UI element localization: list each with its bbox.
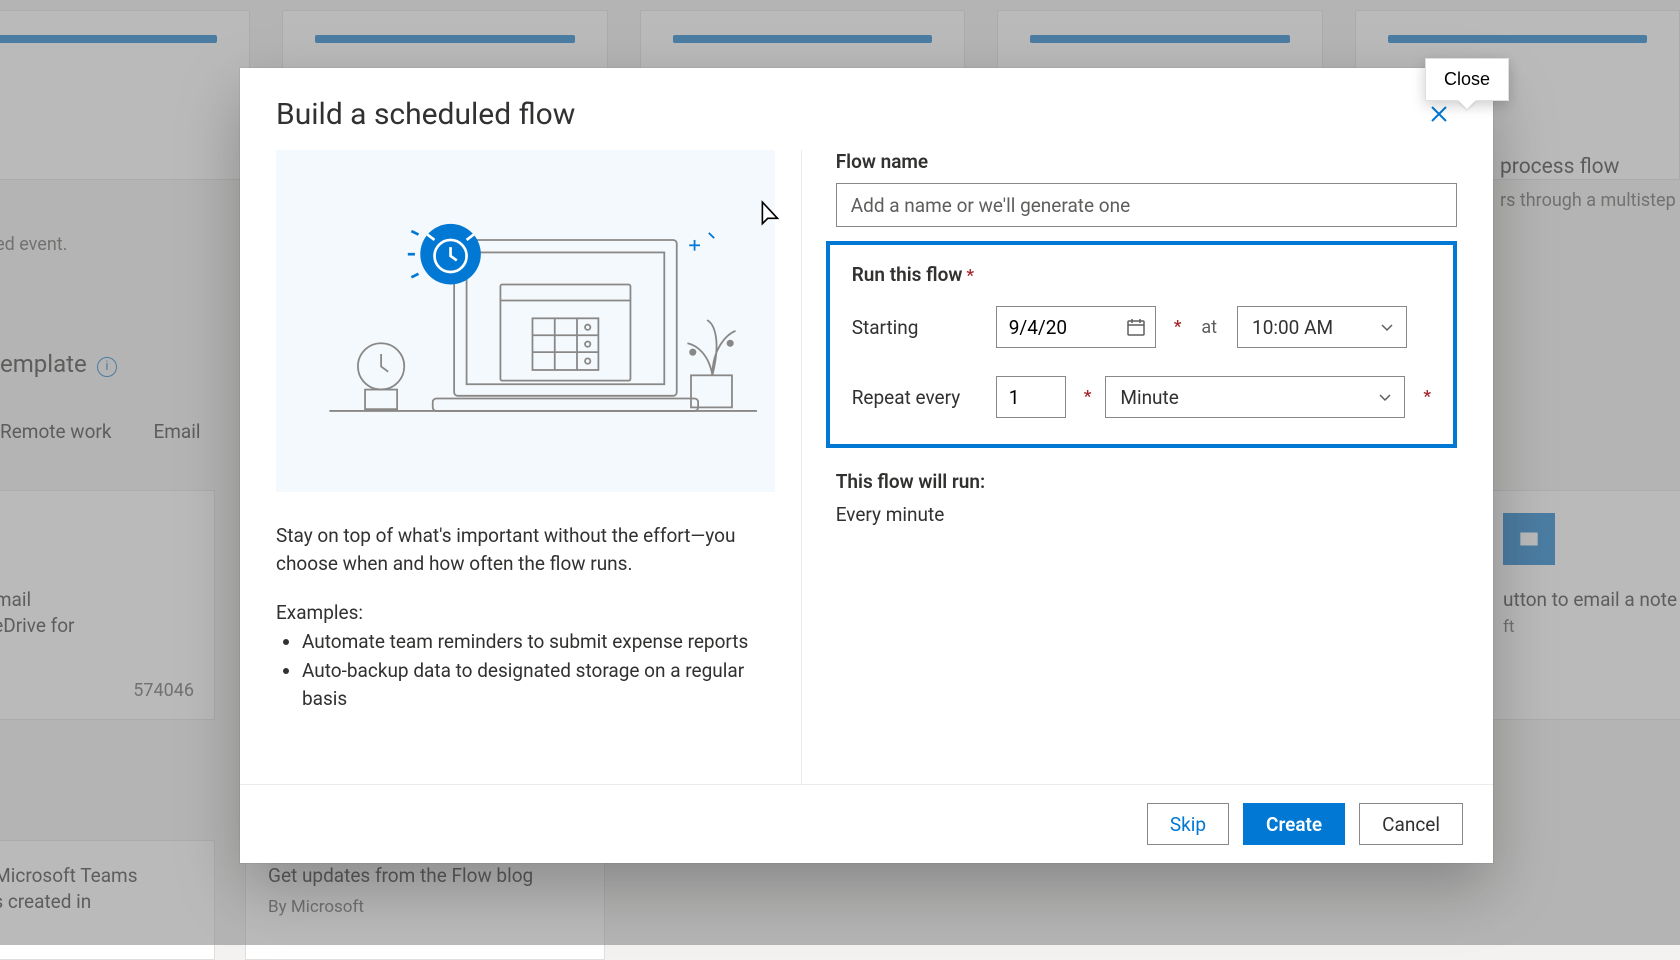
examples-label: Examples: [276, 601, 775, 624]
run-summary-value: Every minute [836, 503, 1457, 526]
examples-list: Automate team reminders to submit expens… [276, 628, 775, 714]
modal-footer: Skip Create Cancel [240, 784, 1493, 863]
repeat-label: Repeat every [852, 386, 982, 409]
starting-label: Starting [852, 316, 982, 339]
modal-description: Stay on top of what's important without … [276, 522, 775, 577]
example-item: Auto-backup data to designated storage o… [302, 657, 775, 714]
close-tooltip: Close [1425, 58, 1509, 101]
close-button[interactable]: Close [1421, 96, 1457, 132]
required-asterisk: * [966, 266, 974, 286]
close-tooltip-text: Close [1444, 69, 1490, 89]
illustration [276, 150, 775, 492]
modal-right-pane: Flow name Run this flow* Starting [802, 150, 1457, 784]
required-asterisk: * [1423, 387, 1431, 407]
start-date-input[interactable] [996, 306, 1156, 348]
create-button[interactable]: Create [1243, 803, 1345, 845]
at-label: at [1201, 317, 1217, 338]
flow-name-label: Flow name [836, 150, 1457, 173]
repeat-unit-value: Minute [1120, 386, 1178, 409]
scheduled-flow-modal: Build a scheduled flow Close [240, 68, 1493, 863]
modal-left-pane: Stay on top of what's important without … [276, 150, 802, 784]
start-time-value: 10:00 AM [1252, 316, 1333, 339]
run-section-label: Run this flow [852, 263, 963, 286]
run-summary-label: This flow will run: [836, 470, 1457, 493]
repeat-count-input[interactable] [996, 376, 1066, 418]
start-time-select[interactable]: 10:00 AM [1237, 306, 1407, 348]
modal-title: Build a scheduled flow [276, 97, 575, 132]
flow-name-input[interactable] [836, 183, 1457, 227]
required-asterisk: * [1174, 317, 1182, 337]
required-asterisk: * [1084, 387, 1092, 407]
cancel-button[interactable]: Cancel [1359, 803, 1463, 845]
example-item: Automate team reminders to submit expens… [302, 628, 775, 657]
run-this-flow-section: Run this flow* Starting * at [826, 241, 1457, 448]
repeat-unit-select[interactable]: Minute [1105, 376, 1405, 418]
skip-button[interactable]: Skip [1147, 803, 1229, 845]
